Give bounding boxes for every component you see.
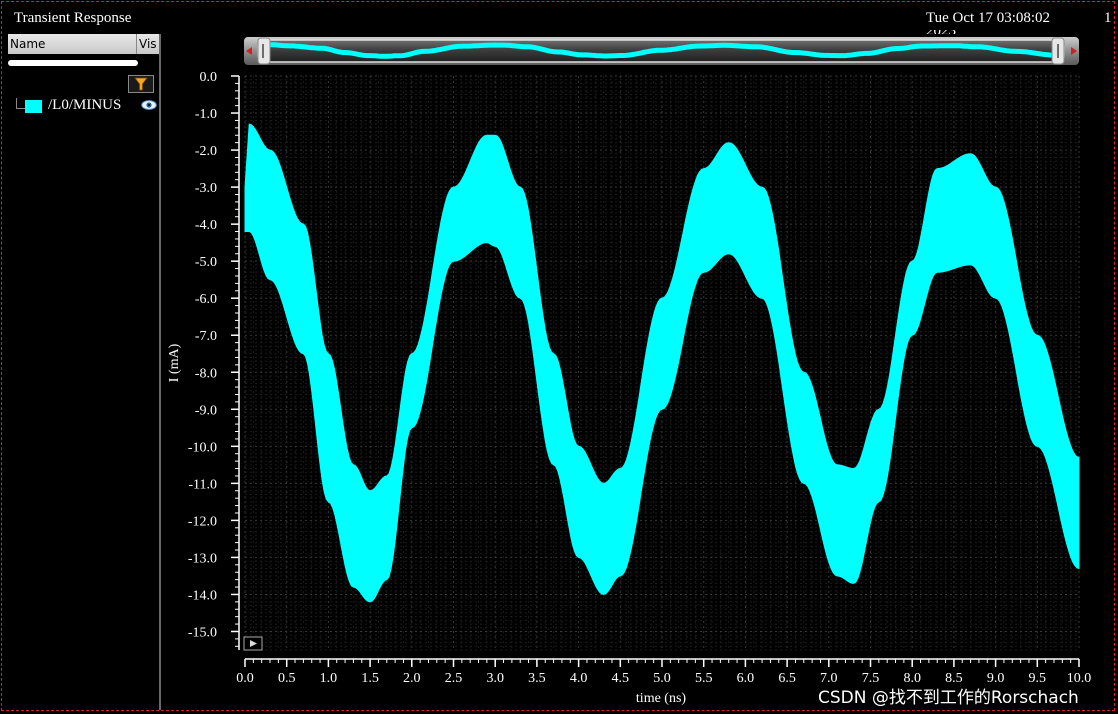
y-tick-label: -4.0 [195, 218, 217, 233]
x-tick-label: 0.5 [278, 671, 296, 686]
y-tick-label: -8.0 [195, 366, 217, 381]
y-tick-label: -15.0 [188, 625, 217, 640]
x-tick-label: 5.0 [653, 671, 671, 686]
y-tick-label: -9.0 [195, 403, 217, 418]
y-axis-label: I (mA) [167, 343, 182, 382]
y-tick-label: -14.0 [188, 588, 217, 603]
x-tick-label: 5.5 [695, 671, 713, 686]
waveform-plot[interactable]: 0.0 -1.0 -2.0 -3.0 -4.0 -5.0 -6.0 -7.0 -8.0 -9.0 -… [0, 0, 1118, 714]
y-tick-label: -5.0 [195, 255, 217, 270]
x-tick-label: 1.0 [320, 671, 338, 686]
x-tick-label: 3.5 [528, 671, 546, 686]
x-tick-label: 6.0 [737, 671, 755, 686]
x-tick-label: 0.0 [236, 671, 254, 686]
y-tick-label: -6.0 [195, 292, 217, 307]
x-tick-label: 4.5 [612, 671, 630, 686]
x-tick-label: 2.0 [403, 671, 421, 686]
y-tick-label: -7.0 [195, 329, 217, 344]
y-tick-label: -3.0 [195, 181, 217, 196]
x-tick-label: 6.5 [778, 671, 796, 686]
watermark: CSDN @找不到工作的Rorschach [818, 688, 1079, 708]
x-tick-label: 4.0 [570, 671, 588, 686]
x-axis-label: time (ns) [636, 691, 686, 706]
y-tick-label: 0.0 [200, 70, 218, 85]
x-tick-label: 2.5 [445, 671, 463, 686]
y-tick-label: -13.0 [188, 551, 217, 566]
y-tick-label: -2.0 [195, 144, 217, 159]
y-tick-label: -10.0 [188, 440, 217, 455]
y-tick-label: -1.0 [195, 107, 217, 122]
x-tick-label: 3.0 [486, 671, 504, 686]
x-tick-label: 1.5 [361, 671, 379, 686]
y-tick-label: -11.0 [188, 477, 217, 492]
y-tick-label: -12.0 [188, 514, 217, 529]
